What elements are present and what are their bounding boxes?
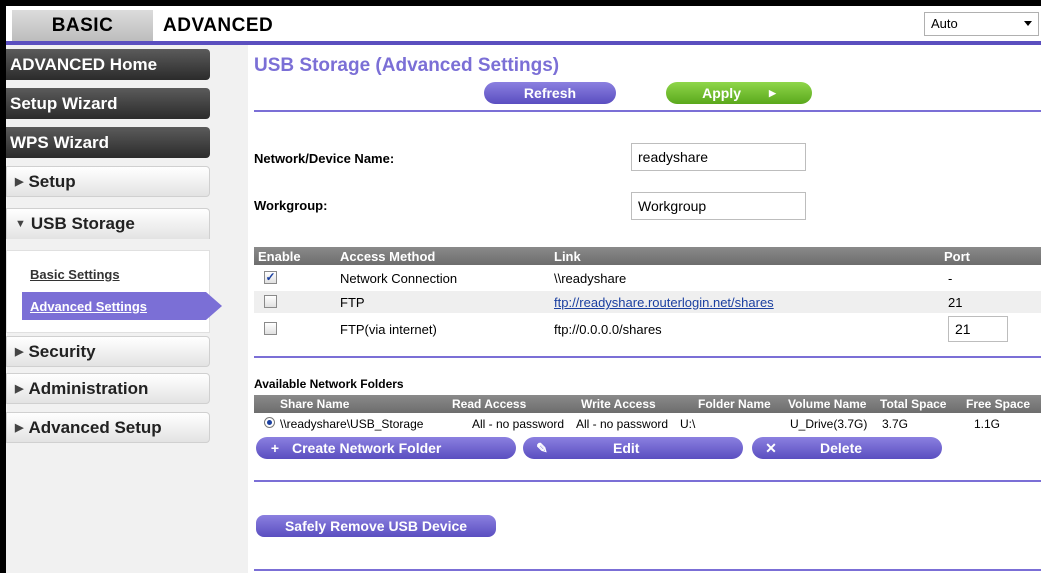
sidebar-subitem-advanced-settings[interactable]: Advanced Settings: [22, 292, 222, 320]
column-header-free-space: Free Space: [966, 397, 1031, 411]
page-title: USB Storage (Advanced Settings): [254, 55, 560, 76]
access-method: FTP(via internet): [340, 322, 437, 337]
triangle-right-icon: ▶: [15, 176, 24, 188]
access-method: FTP: [340, 295, 365, 310]
enable-checkbox[interactable]: [264, 295, 277, 308]
sidebar-item-advanced-home[interactable]: ADVANCED Home: [6, 49, 210, 80]
free-space: 1.1G: [974, 417, 1001, 431]
column-header-total-space: Total Space: [880, 397, 947, 411]
edit-button[interactable]: ✎ Edit: [523, 437, 743, 459]
language-select[interactable]: Auto: [924, 12, 1039, 36]
share-name: \\readyshare\USB_Storage: [280, 417, 424, 431]
folder-name: U:\: [680, 417, 696, 431]
tab-advanced[interactable]: ADVANCED: [157, 10, 273, 41]
total-space: 3.7G: [882, 417, 909, 431]
table-row: FTP ftp://readyshare.routerlogin.net/sha…: [254, 291, 1041, 313]
sidebar-item-security[interactable]: ▶ Security: [6, 336, 210, 367]
sidebar-item-setup[interactable]: ▶ Setup: [6, 166, 210, 197]
enable-checkbox[interactable]: ✓: [264, 271, 277, 284]
workgroup-input[interactable]: Workgroup: [631, 192, 806, 220]
divider: [254, 569, 1041, 571]
access-port: 21: [948, 295, 963, 310]
delete-button[interactable]: ✕ Delete: [752, 437, 942, 459]
column-header-read-access: Read Access: [452, 397, 527, 411]
access-port: -: [948, 271, 953, 286]
triangle-right-icon: ▶: [15, 422, 24, 434]
sidebar-item-usb-storage[interactable]: ▼ USB Storage: [6, 208, 210, 239]
language-select-value: Auto: [931, 16, 958, 31]
triangle-right-icon: ▶: [15, 346, 24, 358]
close-icon: ✕: [765, 440, 777, 456]
divider: [254, 480, 1041, 482]
folder-radio[interactable]: [264, 417, 275, 428]
usb-storage-submenu: [6, 250, 210, 333]
sidebar-item-label: Administration: [28, 378, 149, 398]
sidebar-item-administration[interactable]: ▶ Administration: [6, 373, 210, 404]
sidebar-item-setup-wizard[interactable]: Setup Wizard: [6, 88, 210, 119]
create-button-label: Create Network Folder: [292, 440, 442, 456]
table-row: FTP(via internet) ftp://0.0.0.0/shares 2…: [254, 315, 1041, 345]
router-admin-window: BASIC ADVANCED Auto ADVANCED Home Setup …: [6, 6, 1041, 573]
sidebar-item-label: USB Storage: [30, 214, 135, 233]
apply-button-label: Apply: [702, 85, 741, 101]
triangle-right-icon: ▶: [15, 383, 24, 395]
sidebar-item-wps-wizard[interactable]: WPS Wizard: [6, 127, 210, 158]
table-row: ✓ Network Connection \\readyshare -: [254, 267, 1041, 289]
column-header-port: Port: [944, 249, 970, 264]
read-access: All - no password: [472, 417, 565, 431]
top-bar: BASIC ADVANCED Auto: [6, 6, 1041, 41]
column-header-link: Link: [554, 249, 581, 264]
port-input[interactable]: 21: [948, 316, 1008, 342]
column-header-access-method: Access Method: [340, 249, 436, 264]
access-link: ftp://0.0.0.0/shares: [554, 322, 662, 337]
column-header-folder-name: Folder Name: [698, 397, 771, 411]
volume-name: U_Drive(3.7G): [790, 417, 868, 431]
ftp-link[interactable]: ftp://readyshare.routerlogin.net/shares: [554, 295, 774, 310]
tab-basic[interactable]: BASIC: [12, 10, 153, 41]
apply-button[interactable]: Apply ▶: [666, 82, 812, 104]
plus-icon: +: [270, 440, 280, 456]
sidebar-item-advanced-setup[interactable]: ▶ Advanced Setup: [6, 412, 210, 443]
triangle-down-icon: ▼: [15, 218, 26, 230]
access-link: \\readyshare: [554, 271, 627, 286]
workgroup-label: Workgroup:: [254, 198, 328, 213]
access-table-header: Enable Access Method Link Port: [254, 247, 1041, 265]
column-header-enable: Enable: [258, 249, 301, 264]
edit-button-label: Edit: [613, 440, 640, 456]
sidebar-item-label: Security: [28, 341, 96, 361]
chevron-down-icon: [1024, 21, 1032, 26]
triangle-right-icon: ▶: [768, 87, 776, 98]
sidebar-subitem-basic-settings[interactable]: Basic Settings: [30, 267, 120, 282]
device-name-label: Network/Device Name:: [254, 151, 395, 166]
device-name-input[interactable]: readyshare: [631, 143, 806, 171]
enable-checkbox[interactable]: [264, 322, 277, 335]
main-content: USB Storage (Advanced Settings) Refresh …: [248, 45, 1041, 573]
write-access: All - no password: [576, 417, 669, 431]
column-header-write-access: Write Access: [581, 397, 656, 411]
sidebar-item-label: Setup: [28, 171, 76, 191]
create-network-folder-button[interactable]: + Create Network Folder: [256, 437, 516, 459]
pencil-icon: ✎: [536, 440, 548, 456]
divider: [254, 356, 1041, 358]
refresh-button[interactable]: Refresh: [484, 82, 616, 104]
sidebar-item-label: Advanced Setup: [28, 417, 162, 437]
section-label: Available Network Folders: [254, 377, 404, 391]
divider: [254, 110, 1041, 112]
column-header-volume-name: Volume Name: [788, 397, 867, 411]
access-method: Network Connection: [340, 271, 458, 286]
table-row: \\readyshare\USB_Storage All - no passwo…: [254, 414, 1041, 434]
column-header-share-name: Share Name: [280, 397, 350, 411]
sidebar: ADVANCED Home Setup Wizard WPS Wizard ▶ …: [6, 45, 248, 573]
safely-remove-usb-button[interactable]: Safely Remove USB Device: [256, 515, 496, 537]
folders-table-header: Share Name Read Access Write Access Fold…: [254, 395, 1041, 413]
delete-button-label: Delete: [820, 440, 863, 456]
